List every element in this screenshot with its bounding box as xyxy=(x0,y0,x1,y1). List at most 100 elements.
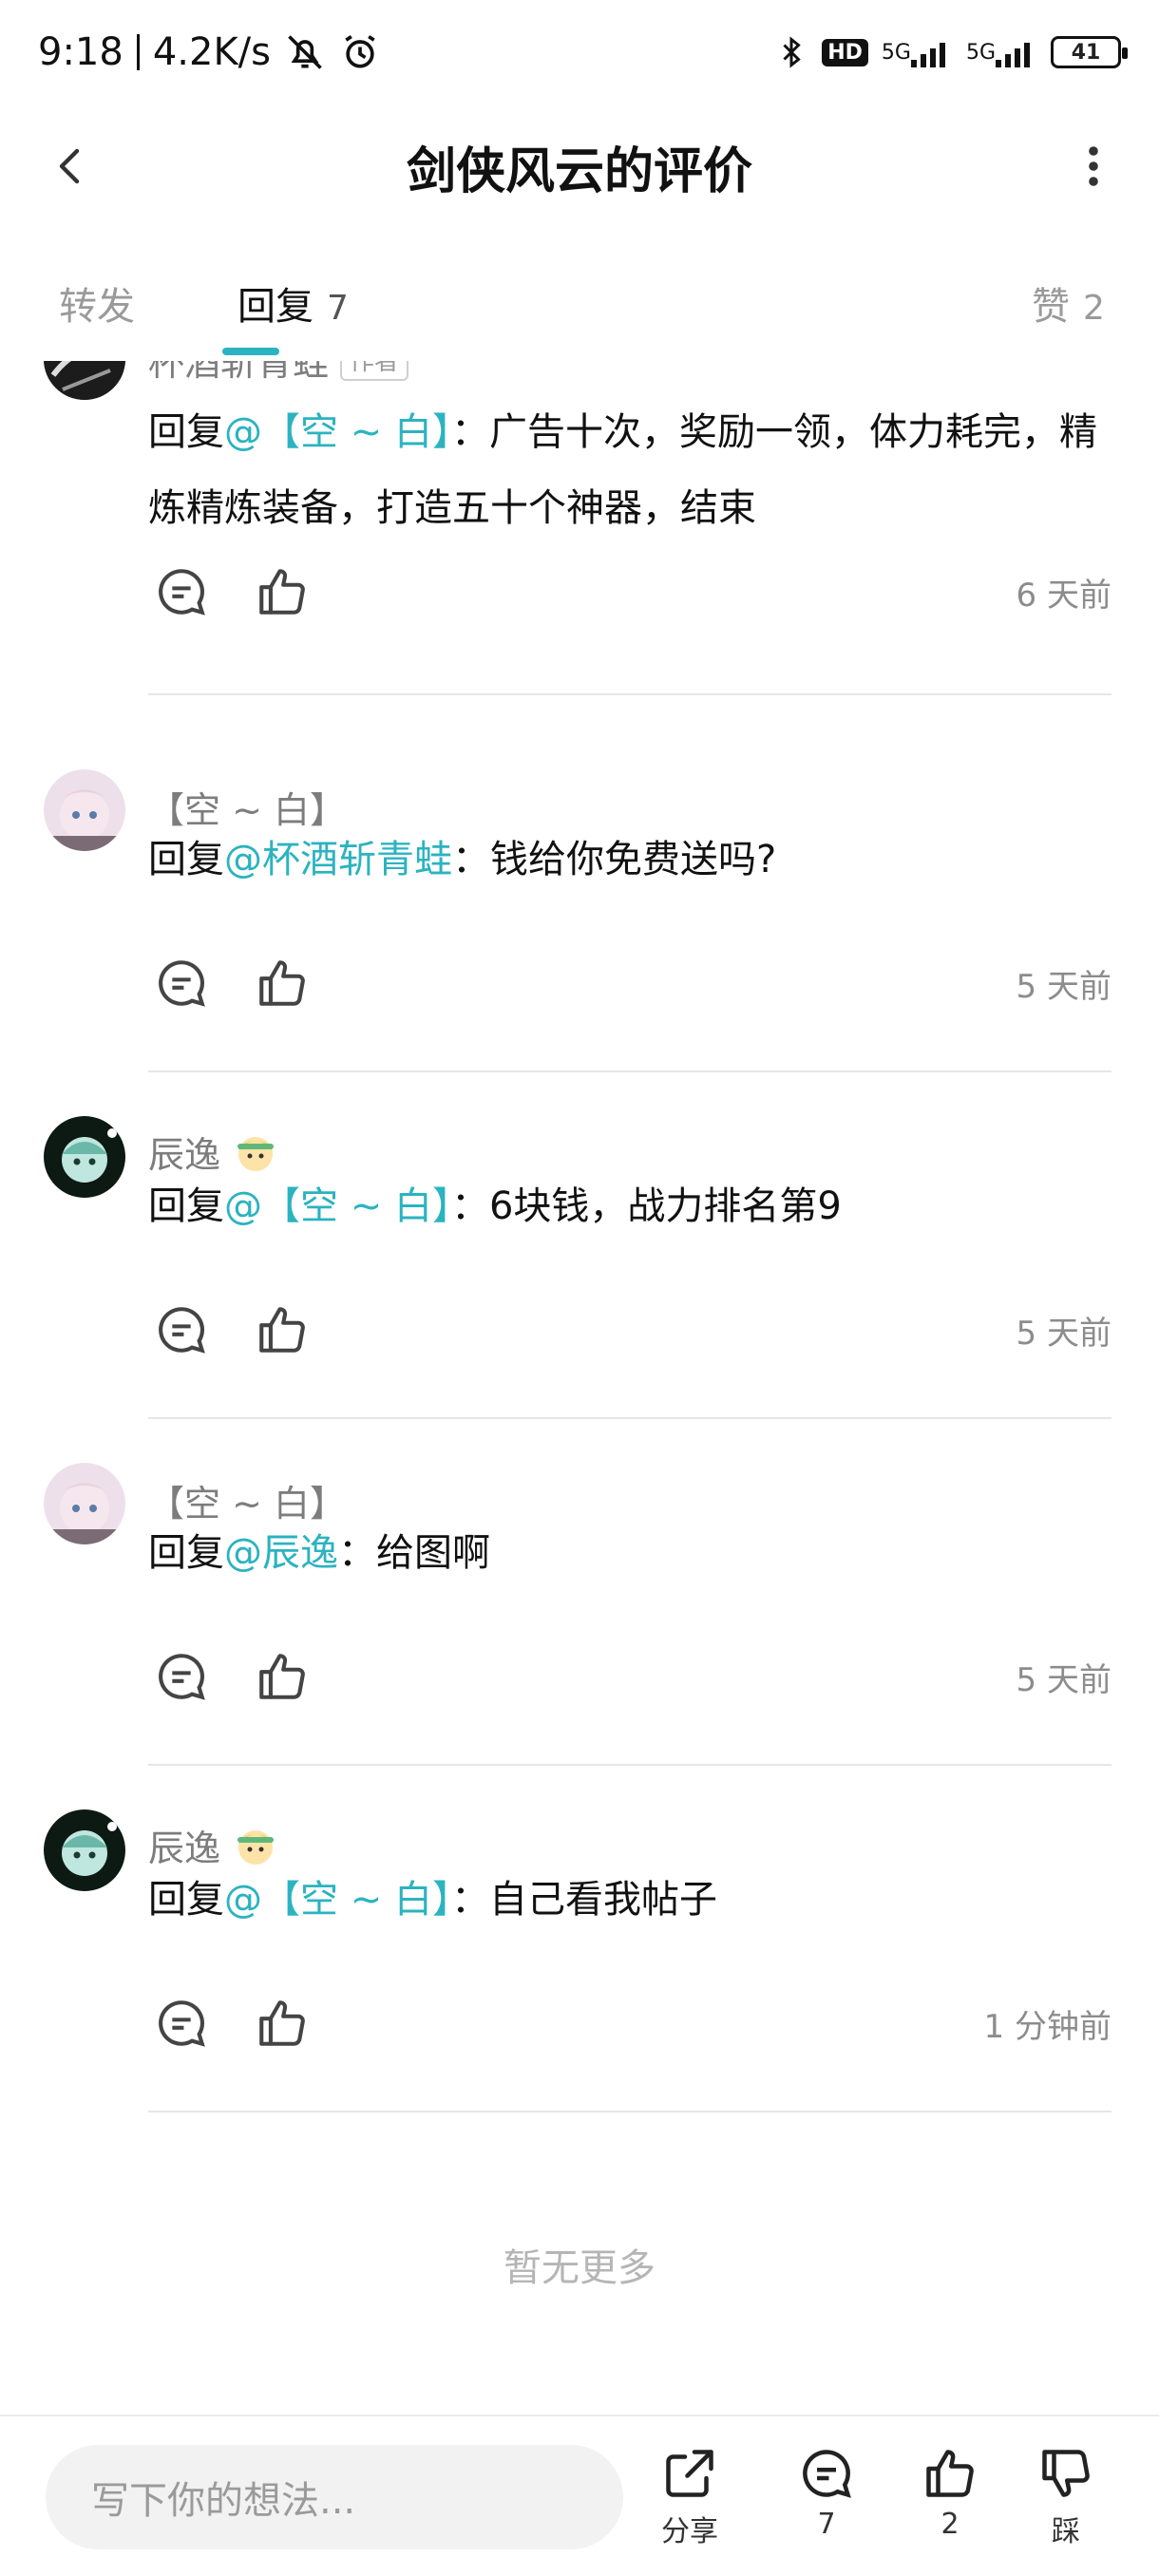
mention-link[interactable]: @辰逸 xyxy=(224,1531,338,1575)
like-count: 2 xyxy=(940,2508,960,2541)
action-row: 5 天前 xyxy=(148,1643,1112,1710)
signal-icon-1: 5G xyxy=(882,37,953,67)
page-title: 剑侠风云的评价 xyxy=(406,142,752,200)
tab-replies[interactable]: 回复 7 xyxy=(238,275,349,331)
comment-icon xyxy=(159,569,205,616)
tab-likes-count: 2 xyxy=(1083,289,1105,328)
comment-item: 辰逸 回复@【空 ~ 白】：自己看我帖子 1 分钟前 xyxy=(0,1809,1159,2156)
thumbs-up-icon xyxy=(926,2450,974,2497)
avatar[interactable] xyxy=(44,361,125,400)
reply-text[interactable]: 回复@【空 ~ 白】：6块钱，战力排名第9 xyxy=(148,1168,1117,1244)
author-badge: 作者 xyxy=(340,361,409,381)
comment-item: 杯酒斩青蛙 作者 回复@【空 ~ 白】：广告十次，奖励一领，体力耗完，精炼精炼装… xyxy=(0,361,1159,698)
thumbs-up-icon xyxy=(259,2000,305,2046)
comment-divider xyxy=(148,1070,1112,1072)
comment-count: 7 xyxy=(817,2508,836,2541)
like-button[interactable] xyxy=(249,1297,315,1363)
tab-replies-count: 7 xyxy=(327,289,349,328)
battery-icon: 41 xyxy=(1051,36,1128,68)
reply-text[interactable]: 回复@【空 ~ 白】：广告十次，奖励一领，体力耗完，精炼精炼装备，打造五十个神器… xyxy=(148,394,1117,546)
battery-level: 41 xyxy=(1071,40,1101,65)
reply-text[interactable]: 回复@杯酒斩青蛙：钱给你免费送吗? xyxy=(148,822,1117,898)
avatar-image xyxy=(44,1116,125,1198)
dislike-button[interactable]: 踩 xyxy=(1018,2445,1113,2549)
avatar-image xyxy=(44,769,125,851)
signal-icon-2: 5G xyxy=(966,37,1037,67)
reply-button[interactable] xyxy=(148,950,215,1016)
comment-item: 【空 ~ 白】 回复@杯酒斩青蛙：钱给你免费送吗? 5 天前 xyxy=(0,769,1159,1116)
mention-link[interactable]: @【空 ~ 白】 xyxy=(224,410,451,454)
thumbs-down-icon xyxy=(1042,2450,1090,2497)
avatar[interactable] xyxy=(44,1463,125,1544)
author-name[interactable]: 杯酒斩青蛙 xyxy=(148,361,329,386)
like-button[interactable] xyxy=(249,1990,315,2056)
share-button[interactable]: 分享 xyxy=(642,2445,737,2549)
tab-bar: 转发 回复 7 赞2 xyxy=(0,256,1159,361)
tab-active-indicator xyxy=(222,348,279,355)
comment-divider xyxy=(148,2111,1112,2112)
tab-likes-label: 赞 xyxy=(1032,285,1070,329)
dislike-label: 踩 xyxy=(1052,2515,1080,2548)
avatar[interactable] xyxy=(44,769,125,851)
comment-icon xyxy=(159,1307,205,1354)
reply-prefix: 回复 xyxy=(148,838,224,881)
like-post-button[interactable]: 2 xyxy=(902,2445,998,2541)
reply-button[interactable] xyxy=(148,559,215,625)
tab-repost[interactable]: 转发 xyxy=(59,275,135,331)
alarm-icon xyxy=(339,31,381,73)
reply-body: ：给图啊 xyxy=(338,1531,490,1575)
comment-item: 辰逸 回复@【空 ~ 白】：6块钱，战力排名第9 5 天前 xyxy=(0,1116,1159,1463)
share-label: 分享 xyxy=(661,2515,718,2548)
avatar[interactable] xyxy=(44,1809,125,1891)
reply-text[interactable]: 回复@【空 ~ 白】：自己看我帖子 xyxy=(148,1862,1117,1938)
back-button[interactable] xyxy=(40,135,103,198)
status-divider xyxy=(136,34,140,70)
reply-body: ：钱给你免费送吗? xyxy=(452,838,777,881)
reply-button[interactable] xyxy=(148,1990,215,2056)
author-row: 杯酒斩青蛙 作者 xyxy=(148,361,409,386)
comment-icon xyxy=(803,2450,851,2498)
mention-link[interactable]: @【空 ~ 白】 xyxy=(224,1878,451,1922)
mention-link[interactable]: @【空 ~ 白】 xyxy=(224,1184,451,1228)
comments-button[interactable]: 7 xyxy=(779,2445,874,2541)
share-icon xyxy=(666,2450,713,2497)
comment-icon xyxy=(159,1654,205,1700)
avatar[interactable] xyxy=(44,1116,125,1198)
mute-icon xyxy=(284,31,326,73)
like-button[interactable] xyxy=(249,1643,315,1710)
comment-time: 5 天前 xyxy=(1016,1314,1112,1353)
status-time: 9:18 xyxy=(38,30,124,74)
reply-body: ：自己看我帖子 xyxy=(450,1878,717,1922)
top-nav: 剑侠风云的评价 xyxy=(0,104,1159,228)
avatar-image xyxy=(44,361,125,400)
mention-link[interactable]: @杯酒斩青蛙 xyxy=(224,838,452,881)
comment-input[interactable]: 写下你的想法... xyxy=(46,2445,623,2549)
action-row: 5 天前 xyxy=(148,950,1112,1016)
comment-time: 6 天前 xyxy=(1016,576,1112,615)
comment-divider xyxy=(148,1764,1112,1766)
thumbs-up-icon xyxy=(259,569,305,615)
bluetooth-icon xyxy=(774,31,808,73)
comment-icon xyxy=(159,960,205,1007)
reply-prefix: 回复 xyxy=(148,1878,224,1922)
comment-time: 5 天前 xyxy=(1016,967,1112,1006)
like-button[interactable] xyxy=(249,559,315,625)
reply-prefix: 回复 xyxy=(148,1184,224,1228)
tab-repost-label: 转发 xyxy=(59,285,135,329)
reply-text[interactable]: 回复@辰逸：给图啊 xyxy=(148,1515,1117,1591)
more-button[interactable] xyxy=(1062,135,1125,198)
reply-prefix: 回复 xyxy=(148,1531,224,1575)
comment-list: 杯酒斩青蛙 作者 回复@【空 ~ 白】：广告十次，奖励一领，体力耗完，精炼精炼装… xyxy=(0,361,1159,2204)
comment-divider xyxy=(148,1417,1112,1419)
reply-button[interactable] xyxy=(148,1297,215,1363)
action-row: 1 分钟前 xyxy=(148,1990,1112,2056)
reply-button[interactable] xyxy=(148,1643,215,1710)
chevron-left-icon xyxy=(59,148,80,184)
thumbs-up-icon xyxy=(259,960,305,1006)
action-row: 5 天前 xyxy=(148,1297,1112,1363)
network-speed: 4.2K/s xyxy=(152,30,271,74)
tab-likes[interactable]: 赞2 xyxy=(1032,275,1105,331)
avatar-image xyxy=(44,1463,125,1544)
like-button[interactable] xyxy=(249,950,315,1016)
network-type-1: 5G xyxy=(881,40,911,65)
